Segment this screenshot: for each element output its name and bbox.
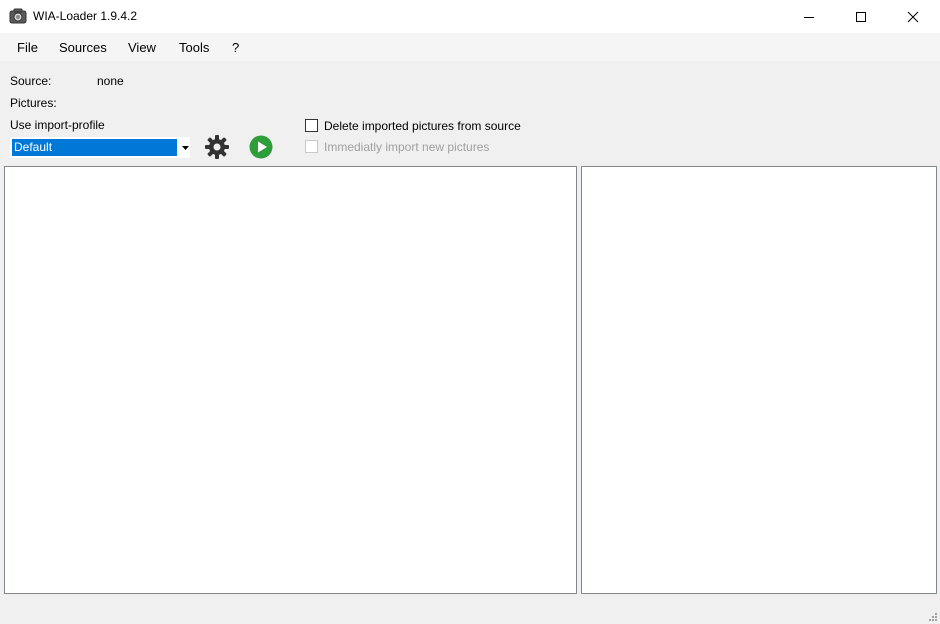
import-profile-select[interactable]: Default	[10, 137, 190, 158]
menu-file[interactable]: File	[17, 40, 38, 55]
resize-grip-icon[interactable]	[926, 610, 938, 622]
immediate-import-label[interactable]: Immediatly import new pictures	[324, 140, 489, 154]
menu-help[interactable]: ?	[232, 40, 239, 55]
maximize-button[interactable]	[838, 0, 884, 33]
minimize-icon	[804, 16, 814, 18]
status-bar	[0, 598, 940, 624]
import-profile-selected: Default	[12, 139, 177, 156]
immediate-import-checkbox[interactable]	[305, 140, 318, 153]
title-bar[interactable]: WIA-Loader 1.9.4.2	[0, 0, 940, 33]
window-title: WIA-Loader 1.9.4.2	[33, 9, 138, 23]
pictures-list-panel[interactable]	[4, 166, 577, 594]
preview-panel[interactable]	[581, 166, 937, 594]
camera-icon	[9, 8, 27, 24]
source-label: Source:	[10, 74, 52, 88]
menu-tools[interactable]: Tools	[179, 40, 209, 55]
close-icon	[907, 11, 919, 22]
delete-imported-label[interactable]: Delete imported pictures from source	[324, 119, 521, 133]
import-profile-label: Use import-profile	[10, 118, 105, 132]
delete-imported-checkbox[interactable]	[305, 119, 318, 132]
app-window: WIA-Loader 1.9.4.2 File Sources View Too…	[0, 0, 940, 624]
chevron-down-icon[interactable]	[180, 139, 190, 156]
close-button[interactable]	[890, 0, 936, 33]
pictures-label: Pictures:	[10, 96, 57, 110]
gear-icon[interactable]	[204, 134, 230, 163]
minimize-button[interactable]	[786, 0, 832, 33]
menu-bar: File Sources View Tools ?	[0, 33, 940, 61]
play-icon[interactable]	[249, 135, 273, 162]
maximize-icon	[856, 11, 866, 22]
menu-view[interactable]: View	[128, 40, 156, 55]
menu-sources[interactable]: Sources	[59, 40, 107, 55]
source-value: none	[97, 74, 124, 88]
